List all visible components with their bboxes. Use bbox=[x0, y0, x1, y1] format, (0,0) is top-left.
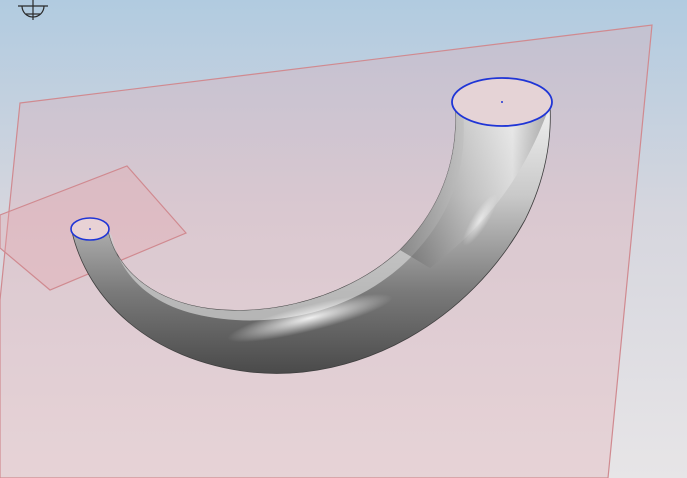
start-profile-center-point[interactable] bbox=[89, 228, 91, 230]
cad-3d-viewport[interactable] bbox=[0, 0, 687, 478]
coordinate-triad-icon bbox=[18, 0, 48, 20]
end-profile-center-point[interactable] bbox=[501, 101, 503, 103]
model-scene[interactable] bbox=[0, 0, 687, 478]
